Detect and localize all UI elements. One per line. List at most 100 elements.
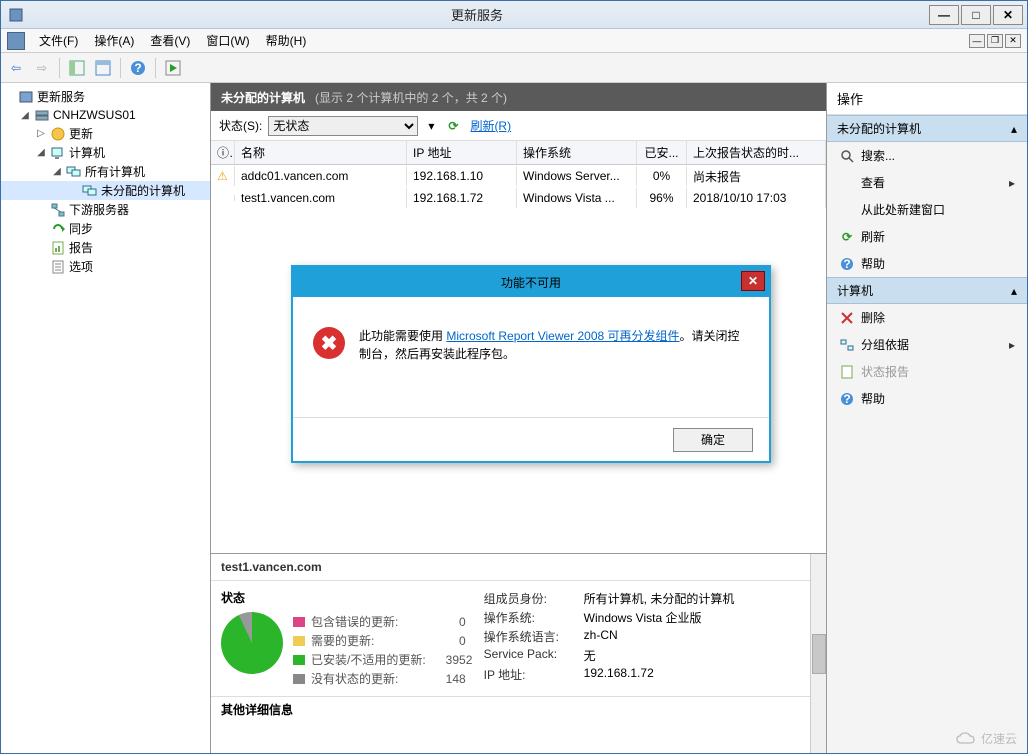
show-tree-button[interactable] <box>66 57 88 79</box>
tree-report[interactable]: 报告 <box>1 238 210 257</box>
info-ip-label: IP 地址: <box>484 666 584 683</box>
tree-updates[interactable]: ▷ 更新 <box>1 124 210 143</box>
tree-options[interactable]: 选项 <box>1 257 210 276</box>
list-header: ⓘ 名称 IP 地址 操作系统 已安... 上次报告状态的时... <box>211 141 826 165</box>
row-name: addc01.vancen.com <box>235 166 407 186</box>
tree-computers[interactable]: ◢ 计算机 <box>1 143 210 162</box>
state-label: 状态(S): <box>219 117 262 134</box>
action-view[interactable]: 查看 ▸ <box>827 169 1027 196</box>
refresh-link[interactable]: 刷新(R) <box>470 117 511 134</box>
action-section-unassigned[interactable]: 未分配的计算机▴ <box>827 115 1027 142</box>
tree-root[interactable]: 更新服务 <box>1 87 210 106</box>
window-title: 更新服务 <box>27 5 927 24</box>
state-select[interactable]: 无状态 <box>268 116 418 136</box>
menu-window[interactable]: 窗口(W) <box>198 30 257 51</box>
tree-unassigned-label: 未分配的计算机 <box>101 182 185 199</box>
close-button[interactable]: ✕ <box>993 5 1023 25</box>
col-installed[interactable]: 已安... <box>637 141 687 164</box>
mmc-icon <box>7 32 25 50</box>
mdi-minimize[interactable]: — <box>969 34 985 48</box>
mdi-close[interactable]: ✕ <box>1005 34 1021 48</box>
computer-group-icon <box>82 183 98 199</box>
dialog-close-button[interactable]: ✕ <box>741 271 765 291</box>
col-ip[interactable]: IP 地址 <box>407 141 517 164</box>
forward-button[interactable]: ⇨ <box>31 57 53 79</box>
center-header-title: 未分配的计算机 <box>221 89 305 106</box>
svg-text:?: ? <box>134 61 141 75</box>
dialog-title: 功能不可用 <box>501 274 561 291</box>
detail-panel: test1.vancen.com 状态 包含错误的更新:0 需要的更新:0 已安… <box>211 553 826 753</box>
dialog-titlebar[interactable]: 功能不可用 ✕ <box>293 267 769 297</box>
maximize-button[interactable]: □ <box>961 5 991 25</box>
action-section-computer[interactable]: 计算机▴ <box>827 277 1027 304</box>
action-search[interactable]: 搜索... <box>827 142 1027 169</box>
chevron-right-icon: ▸ <box>1009 176 1015 190</box>
report-viewer-link[interactable]: Microsoft Report Viewer 2008 可再分发组件 <box>446 329 679 343</box>
col-name[interactable]: 名称 <box>235 141 407 164</box>
col-icon[interactable]: ⓘ <box>211 141 235 164</box>
tree-sync[interactable]: 同步 <box>1 219 210 238</box>
collapse-icon: ▴ <box>1011 284 1017 298</box>
back-button[interactable]: ⇦ <box>5 57 27 79</box>
action-delete-label: 删除 <box>861 309 885 326</box>
center-header: 未分配的计算机 (显示 2 个计算机中的 2 个，共 2 个) <box>211 83 826 111</box>
row-os: Windows Server... <box>517 166 637 186</box>
row-icon <box>211 195 235 201</box>
error-dialog: 功能不可用 ✕ ✖ 此功能需要使用 Microsoft Report Viewe… <box>291 265 771 463</box>
tree-all-computers[interactable]: ◢ 所有计算机 <box>1 162 210 181</box>
menu-file[interactable]: 文件(F) <box>31 30 86 51</box>
row-ip: 192.168.1.10 <box>407 166 517 186</box>
help-button[interactable]: ? <box>127 57 149 79</box>
row-inst: 96% <box>637 188 687 208</box>
action-help2[interactable]: ? 帮助 <box>827 385 1027 412</box>
action-status-report[interactable]: 状态报告 <box>827 358 1027 385</box>
downstream-icon <box>50 202 66 218</box>
detail-title: test1.vancen.com <box>211 554 826 581</box>
detail-other-heading: 其他详细信息 <box>211 696 826 722</box>
row-date: 2018/10/10 17:03 <box>687 188 826 208</box>
action-new-window[interactable]: 从此处新建窗口 <box>827 196 1027 223</box>
report-icon <box>839 364 855 380</box>
tree-downstream[interactable]: 下游服务器 <box>1 200 210 219</box>
layout-button[interactable] <box>92 57 114 79</box>
mdi-restore[interactable]: ❐ <box>987 34 1003 48</box>
action-help[interactable]: ? 帮助 <box>827 250 1027 277</box>
action-refresh-label: 刷新 <box>861 228 885 245</box>
action-delete[interactable]: 删除 <box>827 304 1027 331</box>
action-help-label: 帮助 <box>861 255 885 272</box>
app-window: 更新服务 — □ ✕ 文件(F) 操作(A) 查看(V) 窗口(W) 帮助(H)… <box>0 0 1028 754</box>
detail-scrollbar[interactable] <box>810 554 826 753</box>
refresh-icon: ⟳ <box>839 229 855 245</box>
info-lang-val: zh-CN <box>584 628 618 645</box>
info-ip-val: 192.168.1.72 <box>584 666 654 683</box>
svg-text:?: ? <box>843 257 850 271</box>
menu-action[interactable]: 操作(A) <box>86 30 142 51</box>
tree-server[interactable]: ◢ CNHZWSUS01 <box>1 106 210 124</box>
row-name: test1.vancen.com <box>235 188 407 208</box>
list-row[interactable]: test1.vancen.com 192.168.1.72 Windows Vi… <box>211 187 826 209</box>
action-refresh[interactable]: ⟳ 刷新 <box>827 223 1027 250</box>
computer-group-icon <box>66 164 82 180</box>
tree-all-computers-label: 所有计算机 <box>85 163 145 180</box>
delete-icon <box>839 310 855 326</box>
titlebar: 更新服务 — □ ✕ <box>1 1 1027 29</box>
warn-icon: ⚠ <box>211 166 235 186</box>
tree-panel: 更新服务 ◢ CNHZWSUS01 ▷ 更新 ◢ 计算机 ◢ 所有计算机 <box>1 83 211 753</box>
menu-help[interactable]: 帮助(H) <box>258 30 315 51</box>
minimize-button[interactable]: — <box>929 5 959 25</box>
toolbar: ⇦ ⇨ ? <box>1 53 1027 83</box>
help-icon: ? <box>839 256 855 272</box>
info-os-label: 操作系统: <box>484 609 584 626</box>
col-os[interactable]: 操作系统 <box>517 141 637 164</box>
tree-unassigned[interactable]: 未分配的计算机 <box>1 181 210 200</box>
action-group[interactable]: 分组依据 ▸ <box>827 331 1027 358</box>
menu-view[interactable]: 查看(V) <box>142 30 198 51</box>
col-last[interactable]: 上次报告状态的时... <box>687 141 826 164</box>
legend-need-n: 0 <box>426 634 466 648</box>
ok-button[interactable]: 确定 <box>673 428 753 452</box>
legend-installed-n: 3952 <box>426 653 466 667</box>
list-row[interactable]: ⚠ addc01.vancen.com 192.168.1.10 Windows… <box>211 165 826 187</box>
tree-sync-label: 同步 <box>69 220 93 237</box>
legend-err: 包含错误的更新: <box>311 613 398 630</box>
play-button[interactable] <box>162 57 184 79</box>
